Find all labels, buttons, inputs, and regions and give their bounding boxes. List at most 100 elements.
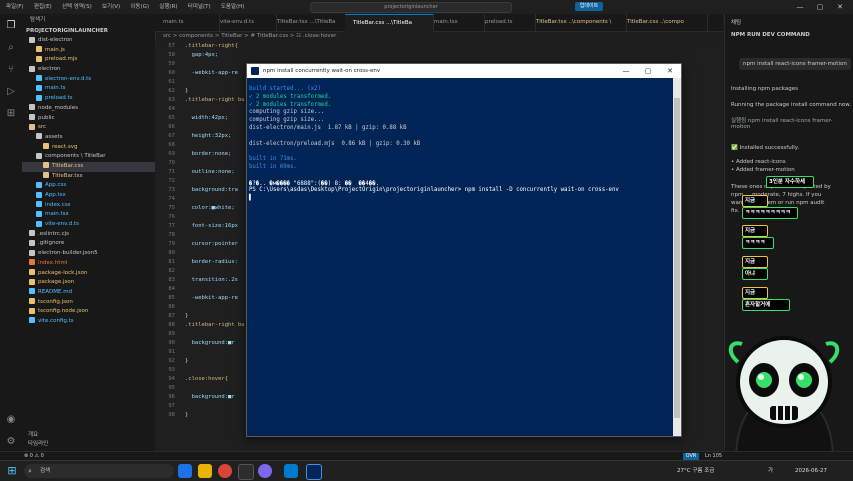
tab-titlebar-css-2[interactable]: TitleBar.css ..\compo [619,14,708,31]
tab-titlebar-css[interactable]: TitleBar.css ...\TitleBa [345,14,434,32]
file-tree-item[interactable]: dist-electron [22,36,155,46]
windows-start-icon[interactable]: ⊞ [5,464,19,478]
command-center-search[interactable]: projectoriginlauncher [310,2,512,13]
menu-help[interactable]: 도움말(H) [221,0,245,14]
code-line: border-radius: [185,259,238,265]
overwrite-mode-badge[interactable]: OVR [683,453,699,460]
powershell-taskbar-icon[interactable] [306,464,322,480]
file-tree-item[interactable]: vite-env.d.ts [22,220,155,230]
file-tree-item[interactable]: tsconfig.json [22,298,155,308]
app-icon[interactable] [238,464,254,480]
file-tree-item[interactable]: preload.ts [22,94,155,104]
file-tree-item[interactable]: electron-env.d.ts [22,75,155,85]
project-root[interactable]: PROJECTORIGINLAUNCHER [22,26,155,36]
file-tree-item[interactable]: TitleBar.css [22,161,155,172]
clock[interactable]: 2026-06-27 [795,461,827,481]
terminal-line: built in 71ms. [249,156,297,163]
chat-message-line: 실행됨 npm install react-icons framer- [731,118,833,124]
taskbar-search-box[interactable]: ⌕ 검색 [24,464,174,478]
terminal-close-button[interactable]: ✕ [659,64,681,78]
terminal-title: npm install concurrently wait-on cross-e… [263,68,381,74]
file-tree-item[interactable]: App.css [22,181,155,191]
file-type-icon [43,143,49,150]
window-controls: — ▢ ✕ [790,0,850,14]
tab-titlebar-tsx[interactable]: TitleBar.tsx ...\TitleBa [269,14,353,31]
menu-terminal[interactable]: 터미널(T) [188,0,211,14]
code-line: -webkit-app-re [185,70,238,76]
file-tree-item[interactable]: main.tsx [22,210,155,220]
terminal-scrollbar-thumb[interactable] [674,98,680,418]
file-tree-item[interactable]: .gitignore [22,239,155,249]
menu-run[interactable]: 실행(R) [159,0,177,14]
terminal-maximize-button[interactable]: ▢ [637,64,659,78]
file-tree-item[interactable]: index.css [22,201,155,211]
tab-main-ts[interactable]: main.ts [155,14,220,31]
tab-titlebar-tsx-2[interactable]: TitleBar.tsx ..\components \ [528,14,627,31]
code-line: background:■r [185,394,235,400]
file-tree-item[interactable]: node_modules [22,104,155,114]
edge-icon[interactable] [178,464,192,478]
line-number: 73 [168,187,175,193]
file-tree-item[interactable]: App.tsx [22,191,155,201]
file-type-icon [29,317,35,324]
line-number: 84 [168,286,175,292]
file-tree-item[interactable]: .eslintrc.cjs [22,230,155,240]
file-tree-item[interactable]: tsconfig.node.json [22,307,155,317]
cursor-position[interactable]: Ln 105 [705,453,722,459]
file-tree-item[interactable]: preload.mjs [22,55,155,65]
file-tree-item[interactable]: README.md [22,288,155,298]
windows-taskbar: ⊞ ⌕ 검색 27°C 구름 조금 가 2026-06-27 [0,460,853,481]
terminal-window[interactable]: npm install concurrently wait-on cross-e… [246,63,682,437]
file-tree-item[interactable]: assets [22,133,155,143]
account-icon[interactable]: ◉ [5,414,17,426]
search-icon[interactable]: ⌕ [5,42,17,54]
maximize-button[interactable]: ▢ [810,0,830,14]
breadcrumb[interactable]: src > components > TitleBar > # TitleBar… [155,31,731,41]
chrome-icon[interactable] [218,464,232,478]
file-tree-item[interactable]: src [22,123,155,133]
terminal-line: ▌ [249,195,253,202]
timeline-header[interactable]: 타임라인 [22,440,155,449]
file-tree-item[interactable]: electron-builder.json5 [22,249,155,259]
file-tree-item[interactable]: main.js [22,46,155,56]
update-button[interactable]: 업데이트 [575,2,603,11]
file-tree-item[interactable]: package-lock.json [22,269,155,279]
file-explorer-icon[interactable] [198,464,212,478]
weather-widget[interactable]: 27°C 구름 조금 [677,461,714,481]
line-number: 95 [168,385,175,391]
outline-header[interactable]: 개요 [22,431,155,440]
settings-gear-icon[interactable]: ⚙ [5,436,17,448]
source-control-icon[interactable]: ⑂ [5,64,17,76]
menu-edit[interactable]: 편집(E) [34,0,52,14]
tab-vite-env[interactable]: vite-env.d.ts [212,14,277,31]
discord-icon[interactable] [258,464,272,478]
terminal-scrollbar[interactable] [673,78,681,436]
file-tree-item[interactable]: TitleBar.tsx [22,172,155,182]
file-type-icon [36,152,42,159]
file-tree-item[interactable]: package.json [22,278,155,288]
file-tree-item[interactable]: public [22,114,155,124]
extensions-icon[interactable]: ⊞ [5,108,17,120]
file-tree-item[interactable]: main.ts [22,84,155,94]
file-tree-label: .gitignore [38,240,65,247]
line-number: 92 [168,358,175,364]
file-tree-item[interactable]: components \ TitleBar [22,152,155,162]
menu-selection[interactable]: 선택 영역(S) [62,0,92,14]
file-tree-item[interactable]: index.html [22,259,155,269]
input-language[interactable]: 가 [768,461,773,481]
problems-status[interactable]: ⊗ 0 ⚠ 0 [24,453,44,459]
vscode-icon[interactable] [284,464,298,478]
menu-go[interactable]: 이동(G) [130,0,149,14]
explorer-icon[interactable]: ❐ [5,20,17,32]
line-number: 90 [168,340,175,346]
close-button[interactable]: ✕ [830,0,850,14]
terminal-minimize-button[interactable]: — [615,64,637,78]
menu-file[interactable]: 파일(F) [6,0,24,14]
file-tree-item[interactable]: vite.config.ts [22,317,155,327]
menu-view[interactable]: 보기(V) [102,0,120,14]
minimize-button[interactable]: — [790,0,810,14]
file-tree-item[interactable]: react.svg [22,143,155,153]
run-debug-icon[interactable]: ▷ [5,86,17,98]
file-tree-item[interactable]: electron [22,65,155,75]
line-number: 63 [168,97,175,103]
